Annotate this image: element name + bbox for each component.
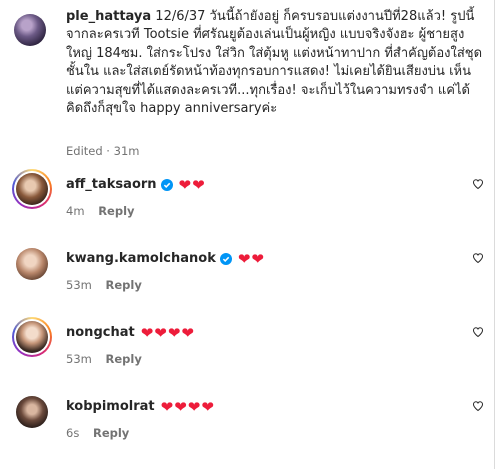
caption-text-block: ple_hattaya 12/6/37 วันนี้ถ้ายังอยู่ ก็ค…	[66, 8, 486, 118]
comment-line: kobpimolrat ❤❤❤❤	[66, 398, 215, 416]
caption-time: 31m	[113, 144, 140, 158]
edited-label: Edited	[66, 144, 103, 158]
heart-outline-icon[interactable]	[472, 178, 484, 190]
commenter-avatar[interactable]	[16, 248, 48, 280]
comment-username[interactable]: kobpimolrat	[66, 398, 155, 416]
caption-username[interactable]: ple_hattaya	[66, 9, 151, 24]
comment-line: kwang.kamolchanok ❤❤	[66, 250, 265, 268]
comment-text: ❤❤	[178, 176, 206, 194]
comment-text: ❤❤❤❤	[140, 324, 195, 342]
comment-text: ❤❤❤❤	[160, 398, 215, 416]
comment-meta: 4m Reply	[66, 204, 135, 218]
comment-time: 6s	[66, 426, 80, 440]
story-ring[interactable]	[12, 317, 52, 357]
comment-item: aff_taksaorn ❤❤ 4m Reply	[0, 158, 494, 232]
comment-item: kwang.kamolchanok ❤❤ 53m Reply	[0, 232, 494, 306]
comment-username[interactable]: nongchat	[66, 324, 135, 342]
comment-meta: 53m Reply	[66, 352, 142, 366]
comment-username[interactable]: aff_taksaorn	[66, 176, 157, 194]
comment-item: kobpimolrat ❤❤❤❤ 6s Reply	[0, 380, 494, 454]
verified-badge-icon	[160, 179, 173, 191]
reply-button[interactable]: Reply	[106, 278, 142, 292]
post-caption: ple_hattaya 12/6/37 วันนี้ถ้ายังอยู่ ก็ค…	[0, 0, 494, 165]
commenter-avatar[interactable]	[16, 173, 48, 205]
comment-meta: 6s Reply	[66, 426, 129, 440]
caption-meta: Edited · 31m	[66, 144, 140, 158]
comment-username[interactable]: kwang.kamolchanok	[66, 250, 216, 268]
reply-button[interactable]: Reply	[106, 352, 142, 366]
heart-outline-icon[interactable]	[472, 326, 484, 338]
comment-time: 53m	[66, 278, 92, 292]
reply-button[interactable]: Reply	[98, 204, 134, 218]
comment-time: 4m	[66, 204, 85, 218]
comment-meta: 53m Reply	[66, 278, 142, 292]
comment-line: nongchat ❤❤❤❤	[66, 324, 195, 342]
heart-outline-icon[interactable]	[472, 400, 484, 412]
verified-badge-icon	[219, 253, 232, 265]
story-ring[interactable]	[12, 169, 52, 209]
comment-item: nongchat ❤❤❤❤ 53m Reply	[0, 306, 494, 380]
reply-button[interactable]: Reply	[93, 426, 129, 440]
comment-time: 53m	[66, 352, 92, 366]
commenter-avatar[interactable]	[16, 321, 48, 353]
caption-author-avatar[interactable]	[14, 14, 46, 46]
comment-line: aff_taksaorn ❤❤	[66, 176, 206, 194]
heart-outline-icon[interactable]	[472, 252, 484, 264]
commenter-avatar[interactable]	[16, 396, 48, 428]
caption-body: 12/6/37 วันนี้ถ้ายังอยู่ ก็ครบรอบแต่งงาน…	[66, 9, 483, 117]
comment-text: ❤❤	[237, 250, 265, 268]
